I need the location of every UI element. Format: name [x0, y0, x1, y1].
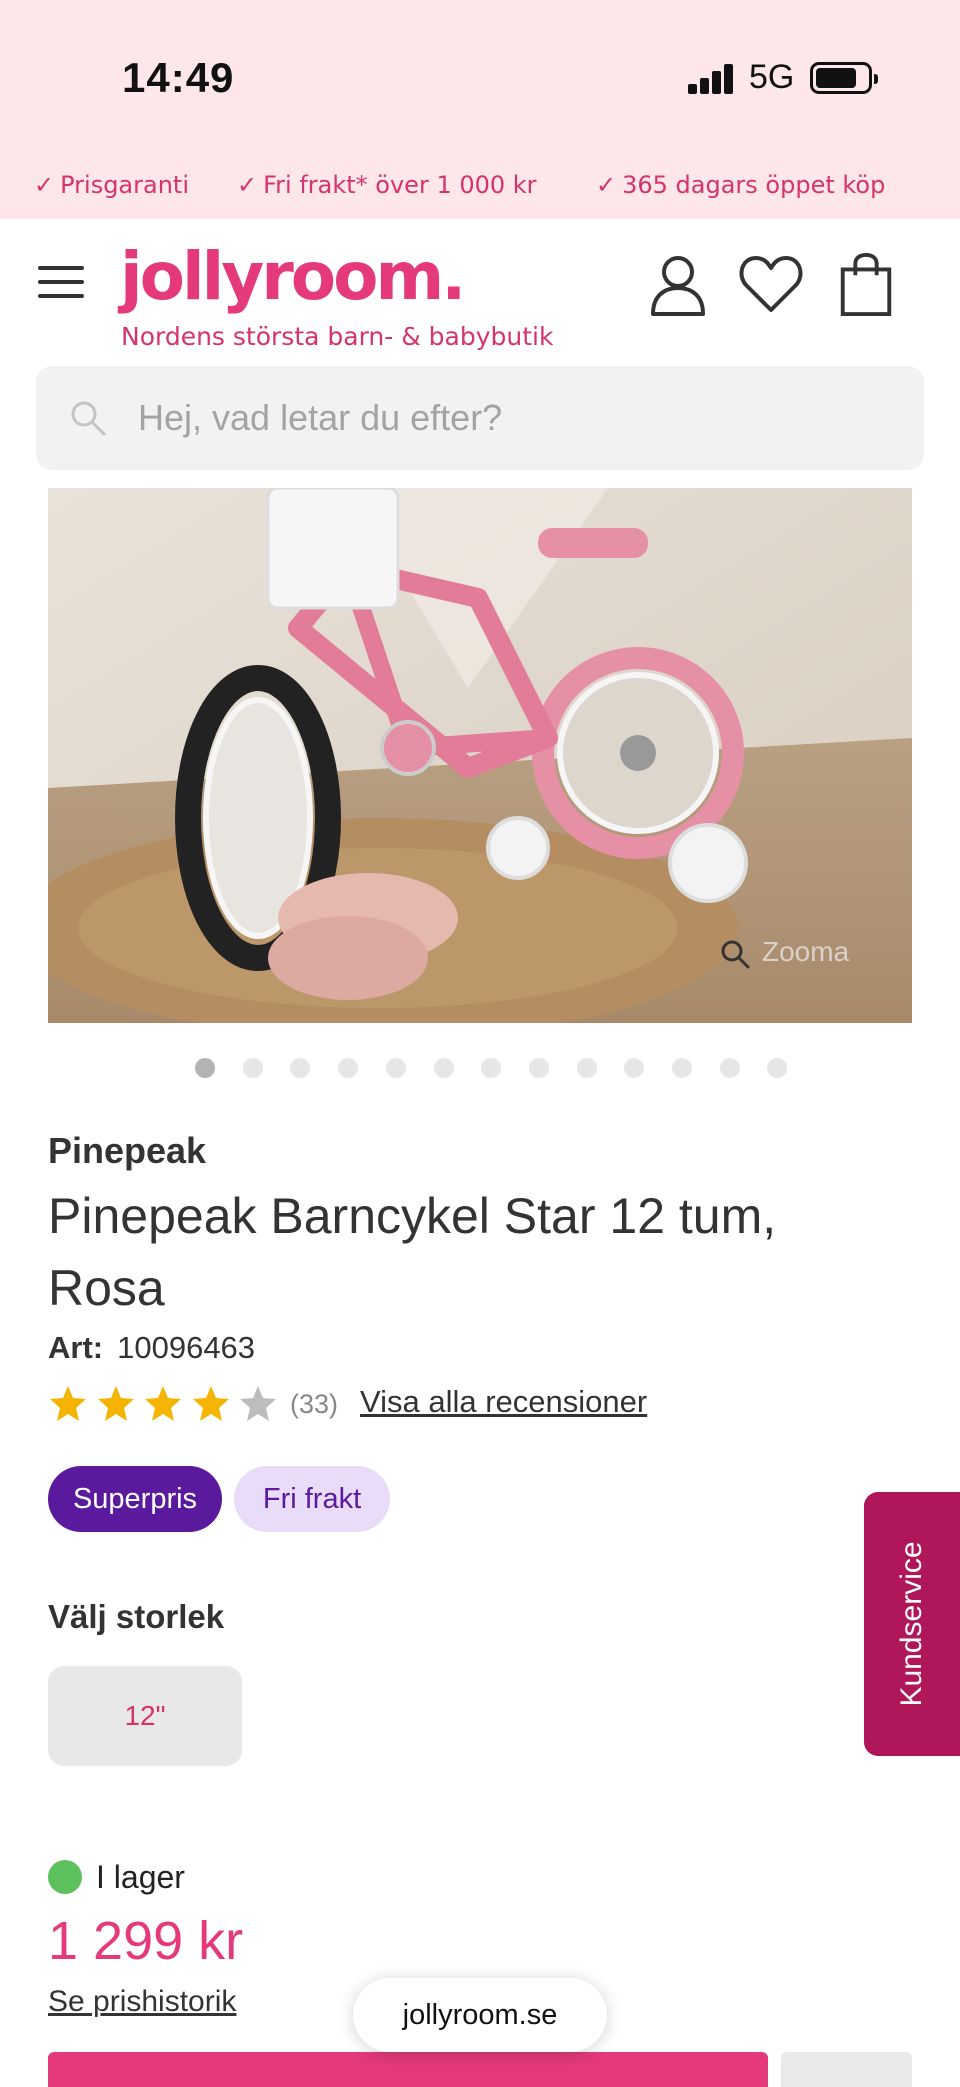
star-empty-icon [240, 1386, 276, 1421]
article-number: Art: 10096463 [48, 1330, 256, 1365]
check-icon: ✓ [596, 171, 617, 199]
gallery-dot[interactable] [672, 1058, 692, 1078]
gallery-dot[interactable] [242, 1058, 263, 1078]
usp-oppet-kop[interactable]: ✓ 365 dagars öppet köp [596, 171, 885, 199]
usp-prisgaranti[interactable]: ✓ Prisgaranti [34, 171, 189, 199]
search-icon [71, 401, 106, 436]
tagline: Nordens största barn- & babybutik [121, 322, 554, 351]
signal-icon [688, 64, 734, 94]
gallery-dot[interactable] [481, 1058, 502, 1078]
star-filled-icon [192, 1386, 229, 1421]
product-brand[interactable]: Pinepeak [48, 1130, 206, 1172]
network-label: 5G [749, 58, 795, 96]
gallery-dot[interactable] [624, 1058, 645, 1078]
size-option-12[interactable]: 12" [48, 1666, 242, 1766]
cart-icon[interactable] [838, 252, 894, 316]
gallery-dot[interactable] [528, 1058, 549, 1078]
gallery-dots [0, 1058, 960, 1078]
logo[interactable]: jollyroom. [120, 238, 466, 315]
gallery-dot[interactable] [576, 1058, 597, 1078]
badge-fri-frakt: Fri frakt [234, 1466, 390, 1532]
star-filled-icon [145, 1386, 181, 1421]
account-icon[interactable] [648, 252, 708, 316]
gallery-dot[interactable] [195, 1058, 215, 1078]
status-time: 14:49 [122, 54, 235, 101]
usp-bar: ✓ Prisgaranti ✓ Fri frakt* över 1 000 kr ✓… [0, 171, 960, 205]
star-filled-icon [97, 1386, 134, 1421]
size-label: Välj storlek [48, 1598, 225, 1635]
gallery-dot[interactable] [767, 1058, 788, 1078]
usp-fri-frakt[interactable]: ✓ Fri frakt* över 1 000 kr [237, 171, 537, 199]
battery-icon [810, 62, 878, 94]
price-history-link[interactable]: Se prishistorik [48, 1985, 236, 2019]
zoom-icon [721, 940, 750, 969]
heart-icon[interactable] [738, 252, 804, 316]
favorite-button[interactable] [781, 2052, 912, 2087]
star-filled-icon [50, 1386, 86, 1421]
add-to-cart-button[interactable] [48, 2052, 768, 2087]
gallery-dot[interactable] [338, 1058, 359, 1078]
product-title: Pinepeak Barncykel Star 12 tum, Rosa [48, 1188, 777, 1316]
gallery-dot[interactable] [290, 1058, 311, 1078]
zoom-button[interactable]: Zooma [720, 936, 849, 969]
stock-text: I lager [96, 1859, 185, 1895]
menu-icon[interactable] [38, 266, 84, 298]
product-price: 1 299 kr [48, 1911, 244, 1971]
review-count: (33) [290, 1389, 339, 1419]
gallery-dot[interactable] [719, 1058, 740, 1078]
gallery-dot[interactable] [385, 1058, 406, 1078]
check-icon: ✓ [237, 171, 258, 199]
search-input[interactable] [138, 366, 898, 470]
browser-url-bar[interactable]: jollyroom.se [353, 1978, 607, 2052]
badge-superpris: Superpris [48, 1466, 222, 1532]
kundservice-tab[interactable]: Kundservice [864, 1492, 960, 1756]
search-bar[interactable] [36, 366, 924, 470]
check-icon: ✓ [34, 171, 55, 199]
all-reviews-link[interactable]: Visa alla recensioner [360, 1384, 647, 1420]
stock-indicator-icon [48, 1860, 82, 1894]
gallery-dot[interactable] [433, 1058, 454, 1078]
